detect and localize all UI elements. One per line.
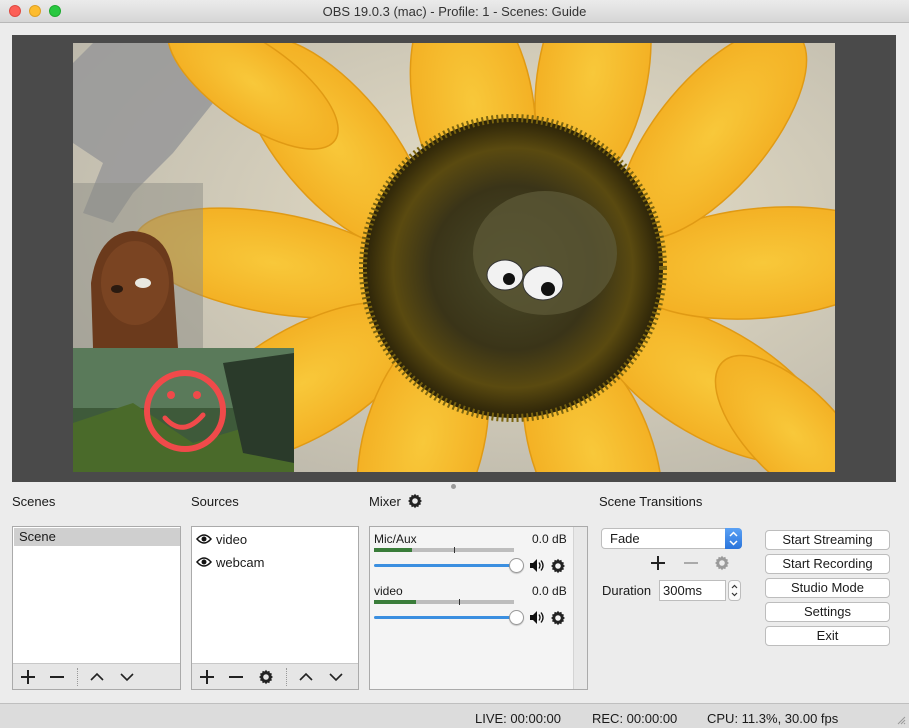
start-recording-button[interactable]: Start Recording bbox=[765, 554, 890, 574]
studio-mode-button[interactable]: Studio Mode bbox=[765, 578, 890, 598]
duration-input[interactable]: 300ms bbox=[659, 580, 726, 601]
duration-label: Duration bbox=[602, 583, 652, 598]
sources-label: Sources bbox=[191, 494, 239, 509]
preview-scene-image bbox=[73, 43, 835, 472]
rec-status: REC: 00:00:00 bbox=[592, 711, 678, 726]
mixer-channel-name: video bbox=[374, 584, 403, 598]
chevron-down-icon bbox=[120, 673, 134, 682]
mixer-meter-peak bbox=[454, 547, 455, 553]
duration-stepper[interactable] bbox=[728, 580, 741, 601]
remove-scene-button[interactable] bbox=[45, 666, 69, 688]
mixer-volume-meter bbox=[374, 547, 514, 553]
mixer-mute-button[interactable] bbox=[529, 610, 545, 628]
title-bar: OBS 19.0.3 (mac) - Profile: 1 - Scenes: … bbox=[0, 0, 909, 23]
mixer-channel-name: Mic/Aux bbox=[374, 532, 417, 546]
select-arrows-icon bbox=[725, 528, 742, 549]
mixer-channel-settings-icon[interactable] bbox=[550, 558, 566, 577]
cpu-status: CPU: 11.3%, 30.00 fps bbox=[707, 711, 839, 726]
start-streaming-button[interactable]: Start Streaming bbox=[765, 530, 890, 550]
source-item[interactable]: webcam bbox=[196, 552, 264, 572]
transition-select[interactable]: Fade bbox=[601, 528, 742, 549]
minus-icon bbox=[229, 676, 243, 678]
exit-button[interactable]: Exit bbox=[765, 626, 890, 646]
scenes-label: Scenes bbox=[12, 494, 56, 509]
source-item-label: video bbox=[216, 531, 248, 547]
scene-item[interactable]: Scene bbox=[14, 528, 180, 546]
mixer-mute-button[interactable] bbox=[529, 558, 545, 576]
move-scene-up-button[interactable] bbox=[85, 666, 109, 688]
transition-properties-button[interactable] bbox=[714, 555, 730, 574]
add-scene-button[interactable] bbox=[16, 666, 40, 688]
speaker-icon bbox=[530, 559, 544, 572]
mixer-volume-slider[interactable] bbox=[374, 616, 514, 619]
plus-icon bbox=[200, 670, 214, 684]
status-bar: LIVE: 00:00:00 REC: 00:00:00 CPU: 11.3%,… bbox=[0, 703, 909, 728]
source-properties-button[interactable] bbox=[254, 666, 278, 688]
mixer-channel-level: 0.0 dB bbox=[532, 532, 567, 546]
scenes-list[interactable]: Scene bbox=[12, 526, 181, 690]
transition-select-value: Fade bbox=[610, 531, 640, 546]
toolbar-separator bbox=[286, 668, 287, 686]
chevron-up-icon bbox=[299, 672, 313, 681]
scene-transitions-label: Scene Transitions bbox=[599, 494, 703, 509]
source-item[interactable]: video bbox=[196, 529, 247, 549]
plus-icon bbox=[21, 670, 35, 684]
speaker-icon bbox=[530, 611, 544, 624]
mixer-volume-slider-knob[interactable] bbox=[509, 558, 524, 573]
eye-visibility-icon[interactable] bbox=[196, 533, 212, 545]
preview-canvas[interactable] bbox=[73, 43, 835, 472]
mixer-channel-level: 0.0 dB bbox=[532, 584, 567, 598]
mixer-settings-icon[interactable] bbox=[407, 493, 423, 512]
mixer-meter-fill bbox=[374, 600, 416, 604]
mixer-panel: Mic/Aux 0.0 dB video 0.0 dB bbox=[369, 526, 588, 690]
window-title: OBS 19.0.3 (mac) - Profile: 1 - Scenes: … bbox=[322, 4, 587, 19]
mixer-volume-slider-knob[interactable] bbox=[509, 610, 524, 625]
mixer-scrollbar[interactable] bbox=[573, 527, 587, 689]
add-source-button[interactable] bbox=[195, 666, 219, 688]
panel-splitter-handle[interactable] bbox=[451, 484, 456, 489]
minus-icon bbox=[50, 676, 64, 678]
toolbar-separator bbox=[77, 668, 78, 686]
sources-toolbar bbox=[192, 663, 358, 689]
minus-icon bbox=[684, 562, 698, 564]
resize-grip-icon[interactable] bbox=[896, 715, 906, 725]
mixer-meter-fill bbox=[374, 548, 412, 552]
move-source-up-button[interactable] bbox=[294, 666, 318, 688]
plus-icon bbox=[651, 556, 665, 570]
add-transition-button[interactable] bbox=[650, 555, 666, 574]
eye-visibility-icon[interactable] bbox=[196, 556, 212, 568]
sources-list[interactable]: video webcam bbox=[191, 526, 359, 690]
chevron-down-icon bbox=[329, 673, 343, 682]
source-item-label: webcam bbox=[216, 554, 265, 570]
remove-source-button[interactable] bbox=[224, 666, 248, 688]
webcam-overlay bbox=[73, 348, 294, 472]
gear-icon bbox=[715, 555, 729, 571]
mixer-channel-settings-icon[interactable] bbox=[550, 610, 566, 629]
move-scene-down-button[interactable] bbox=[115, 666, 139, 688]
chevron-up-icon bbox=[90, 672, 104, 681]
mixer-volume-slider[interactable] bbox=[374, 564, 514, 567]
scenes-toolbar bbox=[13, 663, 180, 689]
move-source-down-button[interactable] bbox=[324, 666, 348, 688]
remove-transition-button[interactable] bbox=[683, 555, 699, 574]
settings-button[interactable]: Settings bbox=[765, 602, 890, 622]
live-status: LIVE: 00:00:00 bbox=[475, 711, 562, 726]
gear-icon bbox=[259, 669, 273, 685]
mixer-meter-peak bbox=[459, 599, 460, 605]
mixer-volume-meter bbox=[374, 599, 514, 605]
mixer-label: Mixer bbox=[369, 494, 401, 509]
stepper-arrows-icon bbox=[731, 584, 738, 597]
